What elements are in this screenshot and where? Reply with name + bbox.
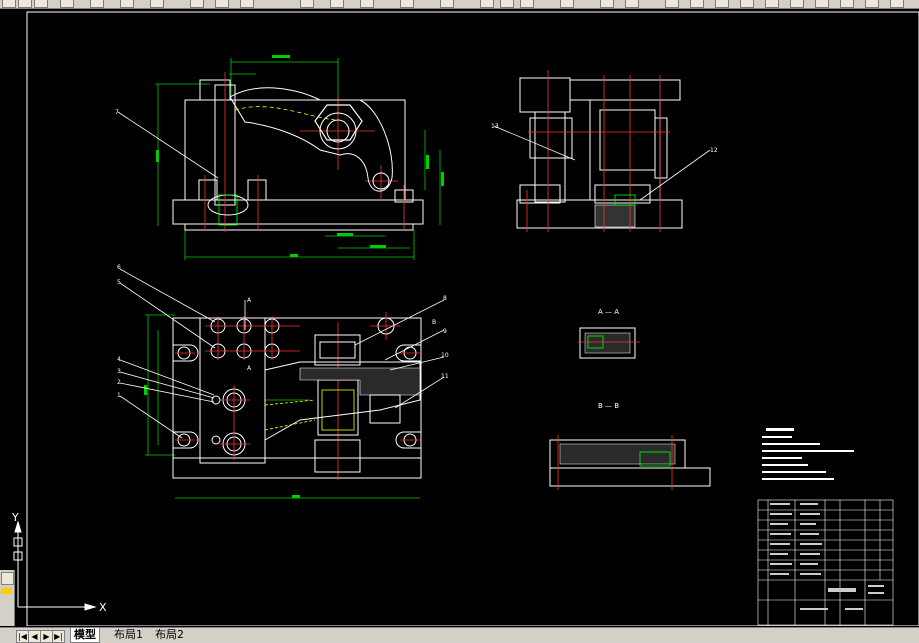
close-icon[interactable] [1, 572, 14, 585]
toolbar-button[interactable] [190, 0, 204, 8]
svg-text:12: 12 [710, 147, 718, 154]
toolbar-button[interactable] [865, 0, 879, 8]
toolbar-button[interactable] [815, 0, 829, 8]
toolbar-button[interactable] [330, 0, 344, 8]
svg-text:A: A [247, 297, 252, 304]
toolbar-button[interactable] [480, 0, 494, 8]
technical-notes [762, 428, 854, 480]
tab-layout2[interactable]: 布局2 [152, 628, 187, 642]
toolbar-button[interactable] [150, 0, 164, 8]
toolbar-button[interactable] [240, 0, 254, 8]
toolbar-button[interactable] [360, 0, 374, 8]
tab-model[interactable]: 模型 [70, 628, 100, 643]
toolbar-button[interactable] [120, 0, 134, 8]
toolbar-button[interactable] [890, 0, 904, 8]
front-view: 7 [115, 55, 444, 260]
toolbar-button[interactable] [440, 0, 454, 8]
toolbar-button[interactable] [765, 0, 779, 8]
tab-layout1[interactable]: 布局1 [111, 628, 146, 642]
toolbar-button[interactable] [520, 0, 534, 8]
top-view: A A B 6 5 4 3 2 1 8 9 10 11 [117, 264, 449, 499]
svg-text:6: 6 [117, 264, 121, 271]
nav-last-button[interactable]: ▶| [52, 630, 65, 643]
toolbar-button[interactable] [2, 0, 16, 8]
toolbar-button[interactable] [600, 0, 614, 8]
svg-text:5: 5 [117, 279, 121, 286]
svg-text:B: B [432, 319, 436, 326]
svg-text:7: 7 [115, 109, 119, 116]
toolbar-button[interactable] [18, 0, 32, 8]
toolbar-button[interactable] [90, 0, 104, 8]
title-block [757, 499, 894, 626]
svg-text:13: 13 [491, 123, 499, 130]
toolbar-button[interactable] [665, 0, 679, 8]
ucs-icon [13, 520, 97, 611]
section-b-label: B — B [598, 402, 619, 410]
toolbar-button[interactable] [500, 0, 514, 8]
section-a-label: A — A [598, 308, 619, 316]
toolbar-button[interactable] [840, 0, 854, 8]
toolbar-button[interactable] [790, 0, 804, 8]
toolbar-button[interactable] [715, 0, 729, 8]
svg-text:9: 9 [443, 328, 447, 335]
toolbar-button[interactable] [560, 0, 574, 8]
toolbar-button[interactable] [60, 0, 74, 8]
palette-icon [1, 588, 12, 594]
ucs-x-label: X [99, 601, 107, 614]
svg-text:11: 11 [441, 373, 449, 380]
toolbar-button[interactable] [625, 0, 639, 8]
svg-text:10: 10 [441, 352, 449, 359]
svg-text:3: 3 [117, 368, 121, 375]
toolbar-button[interactable] [690, 0, 704, 8]
toolbar-button[interactable] [740, 0, 754, 8]
toolbar-button[interactable] [215, 0, 229, 8]
toolbar-button[interactable] [34, 0, 48, 8]
drawing-canvas[interactable]: 7 13 12 A A B 6 5 4 3 2 1 8 9 10 11 A — … [0, 9, 919, 626]
svg-text:1: 1 [117, 392, 121, 399]
section-b: B — B [549, 402, 711, 490]
svg-text:8: 8 [443, 295, 447, 302]
toolbar-button[interactable] [400, 0, 414, 8]
svg-text:A: A [247, 365, 252, 372]
side-view: 13 12 [491, 70, 718, 232]
section-a: A — A [578, 308, 640, 359]
ucs-y-label: Y [11, 511, 19, 524]
svg-text:4: 4 [117, 356, 121, 363]
layout-tab-bar: |◀ ◀ ▶ ▶| 模型 布局1 布局2 [0, 627, 919, 643]
properties-panel-stub[interactable] [0, 570, 15, 626]
svg-text:2: 2 [117, 379, 121, 386]
toolbar [0, 0, 919, 9]
toolbar-button[interactable] [300, 0, 314, 8]
